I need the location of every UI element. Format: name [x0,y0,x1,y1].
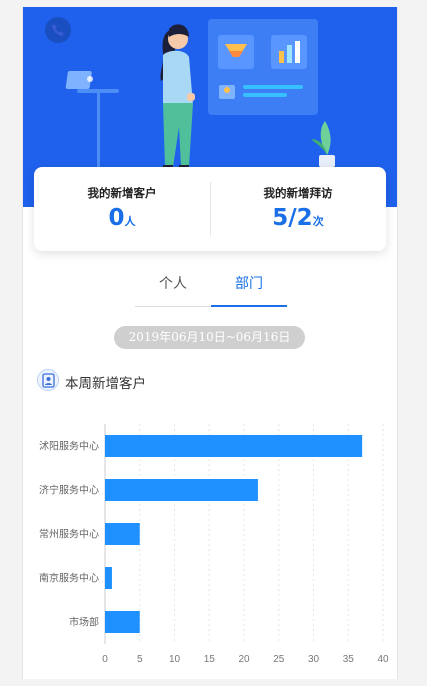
weekly-new-customers-chart: 0 5 10 15 20 25 30 35 40 沭阳服务中心 济宁服务中心 常州服务中心 南京服务中心… [23,412,397,674]
bar-chart-svg: 0 5 10 15 20 25 30 35 40 沭阳服务中心济宁服务中心常州服务中心南京服务中心… [39,424,389,665]
x-tick-label: 0 [102,654,108,665]
bar [105,479,258,501]
y-tick-label: 济宁服务中心 [39,484,99,497]
bar [105,435,363,457]
new-customers-label: 我的新增客户 [87,186,157,200]
tab-department[interactable]: 部门 [211,269,287,307]
bar [105,611,140,633]
new-visits-number: 5/2 [272,205,313,231]
x-tick-label: 10 [169,654,181,665]
x-tick-label: 20 [238,654,250,665]
back-button[interactable] [45,17,71,43]
new-customers-value: 0人 [34,205,210,231]
new-customers-unit: 人 [124,215,136,228]
new-customers-stat[interactable]: 我的新增客户 0人 [34,167,210,251]
y-tick-label: 市场部 [69,616,99,629]
customer-card-icon [37,369,59,391]
y-tick-label: 常州服务中心 [39,528,99,541]
y-tick-label: 沭阳服务中心 [39,440,99,453]
date-range-badge[interactable]: 2019年06月10日~06月16日 [114,326,305,349]
scope-tabs: 个人 部门 [135,269,287,307]
phone-icon [52,24,64,36]
tab-personal[interactable]: 个人 [135,269,211,307]
x-tick-label: 40 [377,654,389,665]
new-visits-label: 我的新增拜访 [263,186,333,200]
new-customers-number: 0 [108,205,125,231]
new-visits-value: 5/2次 [210,205,386,231]
bar [105,523,140,545]
x-tick-label: 35 [343,654,355,665]
bar [105,567,112,589]
x-tick-label: 25 [273,654,285,665]
y-tick-label: 南京服务中心 [39,572,99,585]
app-screen: 我的新增客户 0人 我的新增拜访 5/2次 个人 部门 2019年06月10日~… [22,7,398,679]
x-tick-label: 5 [137,654,143,665]
x-tick-label: 30 [308,654,320,665]
section-title: 本周新增客户 [65,376,146,392]
x-tick-label: 15 [204,654,216,665]
stats-card: 我的新增客户 0人 我的新增拜访 5/2次 [34,167,386,251]
new-visits-unit: 次 [312,215,324,228]
new-visits-stat[interactable]: 我的新增拜访 5/2次 [210,167,386,251]
